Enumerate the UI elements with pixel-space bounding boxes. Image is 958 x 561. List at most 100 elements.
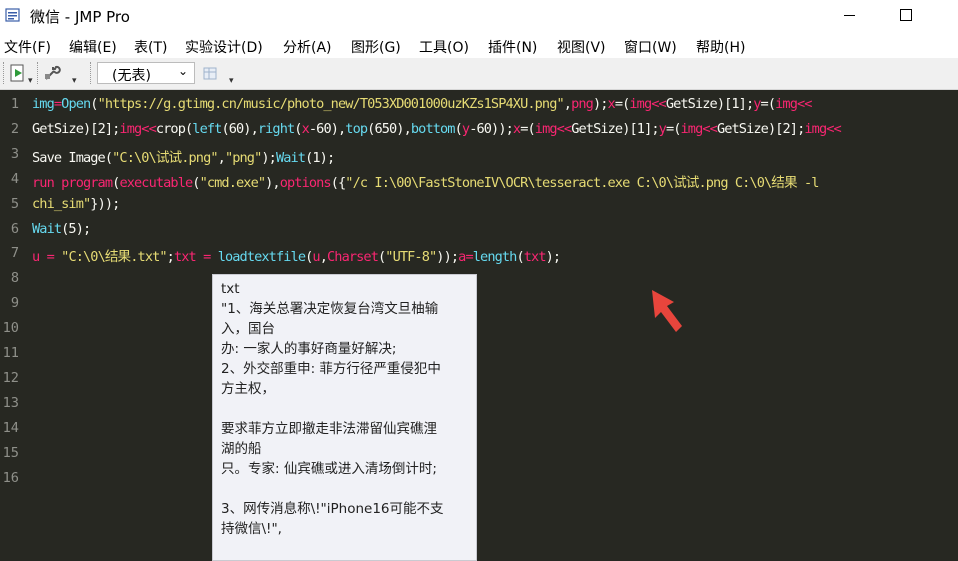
code-token: Wait: [275, 149, 306, 166]
toolbar-grip[interactable]: [90, 62, 93, 84]
menu-analyze[interactable]: 分析(A): [283, 37, 332, 57]
code-token: =: [195, 249, 218, 266]
code-line[interactable]: chi_sim"}));: [32, 195, 120, 212]
code-token: "C:\0\试试.png": [112, 149, 218, 166]
code-token: ,: [319, 249, 328, 266]
code-token: (: [90, 96, 98, 112]
code-token: GetSize: [716, 120, 769, 137]
code-line[interactable]: Save Image("C:\0\试试.png","png");Wait(1);: [32, 146, 335, 166]
line-number: 4: [10, 170, 19, 187]
code-token: -60));: [469, 120, 514, 137]
code-token: <<: [702, 120, 717, 137]
code-token: (60),: [221, 120, 258, 137]
code-token: right: [257, 120, 295, 137]
menu-help[interactable]: 帮助(H): [696, 37, 745, 57]
code-token: chi_sim": [32, 195, 91, 212]
table-dropdown-chevron-down-icon[interactable]: ▾: [229, 76, 234, 86]
code-token: )[2];: [767, 120, 805, 137]
tools-dropdown-chevron-down-icon[interactable]: ▾: [72, 76, 77, 86]
run-dropdown-chevron-down-icon[interactable]: ▾: [28, 76, 33, 86]
code-token: =(: [760, 96, 776, 112]
code-token: Open: [61, 96, 91, 112]
tooltip-line: 湖的船: [221, 441, 262, 457]
menu-table[interactable]: 表(T): [134, 37, 167, 57]
code-token: (: [192, 174, 200, 191]
tooltip-line: 3、网传消息称\!"iPhone16可能不支: [221, 501, 444, 517]
code-token: ));: [436, 249, 459, 266]
code-token: =(: [665, 120, 681, 137]
line-number: 16: [2, 469, 19, 486]
code-token: =: [465, 249, 473, 266]
code-token: )[2];: [83, 120, 120, 137]
variable-tooltip: txt "1、海关总署决定恢复台湾文旦柚输 入，国台 办: 一家人的事好商量好解决; 2…: [212, 274, 477, 561]
code-token: (: [454, 120, 463, 137]
code-token: "/c I:\00\FastStoneIV\OCR\tesseract.exe …: [345, 174, 819, 191]
code-token: top: [345, 120, 368, 137]
menu-doe[interactable]: 实验设计(D): [185, 37, 263, 57]
code-line[interactable]: Wait(5);: [32, 221, 91, 237]
code-token: );: [261, 149, 276, 166]
code-token: txt: [523, 249, 547, 266]
code-token: );: [545, 249, 561, 266]
code-line[interactable]: GetSize)[2];img<<crop(left(60),right(x-6…: [32, 120, 842, 137]
script-editor[interactable]: 1 2 3 4 5 6 7 8 9 10 11 12 13 14 15 16 img=Open("https:…: [0, 90, 958, 561]
table-select[interactable]: (无表) ⌄: [97, 62, 195, 84]
code-token: Save Image: [32, 149, 106, 166]
code-token: <<: [796, 96, 812, 112]
toolbar: ▾ ▾ (无表) ⌄ ▾: [0, 58, 958, 90]
code-token: left: [192, 120, 222, 137]
line-number: 11: [2, 345, 19, 361]
code-token: Charset: [327, 249, 379, 266]
line-number: 1: [10, 96, 19, 112]
code-token: x: [301, 120, 310, 137]
code-token: =(: [614, 96, 630, 112]
menu-file[interactable]: 文件(F): [4, 37, 51, 57]
tooltip-line: "1、海关总署决定恢复台湾文旦柚输: [221, 301, 439, 317]
code-line[interactable]: img=Open("https://g.gtimg.cn/music/photo…: [32, 96, 812, 112]
line-number: 2: [10, 120, 19, 137]
table-icon[interactable]: [201, 64, 219, 82]
menu-window[interactable]: 窗口(W): [624, 37, 677, 57]
code-token: png: [571, 96, 594, 112]
code-token: (: [294, 120, 302, 137]
line-number: 14: [2, 419, 19, 436]
red-arrow-annotation-icon: [652, 290, 682, 332]
code-token: length: [472, 249, 518, 266]
code-line[interactable]: run program(executable("cmd.exe"),option…: [32, 171, 819, 191]
code-token: ({: [330, 174, 346, 191]
code-token: executable: [119, 174, 193, 191]
line-number: 12: [2, 369, 19, 386]
maximize-button[interactable]: [883, 0, 929, 32]
run-script-icon[interactable]: [9, 64, 27, 82]
code-token: "cmd.exe": [199, 174, 266, 191]
code-token: (: [516, 249, 524, 266]
menu-tools[interactable]: 工具(O): [419, 37, 469, 57]
line-number: 7: [10, 245, 19, 262]
toolbar-grip[interactable]: [3, 62, 6, 84]
title-bar: 微信 - JMP Pro: [0, 0, 958, 32]
tools-wrench-icon[interactable]: [43, 64, 61, 82]
code-line[interactable]: u = "C:\0\结果.txt";txt = loadtextfile(u,C…: [32, 245, 561, 266]
code-token: img: [119, 120, 142, 137]
tooltip-line: 持微信\!",: [221, 521, 282, 537]
toolbar-grip[interactable]: [37, 62, 40, 84]
menu-view[interactable]: 视图(V): [557, 37, 606, 57]
minimize-button[interactable]: [827, 0, 873, 32]
code-token: GetSize: [665, 96, 718, 112]
tooltip-line: 办: 一家人的事好商量好解决;: [221, 341, 397, 357]
code-token: x: [607, 96, 616, 112]
menu-edit[interactable]: 编辑(E): [69, 37, 117, 57]
tooltip-line: 只。专家: 仙宾礁或进入清场倒计时;: [221, 461, 437, 477]
code-token: GetSize: [32, 120, 84, 137]
line-number: 8: [10, 270, 19, 287]
menu-graph[interactable]: 图形(G): [351, 37, 401, 57]
code-token: y: [658, 120, 667, 137]
code-token: bottom: [410, 120, 456, 137]
menu-addins[interactable]: 插件(N): [488, 37, 537, 57]
code-token: u: [312, 249, 320, 266]
code-token: =(: [520, 120, 535, 137]
code-token: img: [629, 96, 652, 112]
code-token: img: [534, 120, 558, 137]
line-number: 9: [10, 295, 19, 312]
code-token: <<: [556, 120, 572, 137]
